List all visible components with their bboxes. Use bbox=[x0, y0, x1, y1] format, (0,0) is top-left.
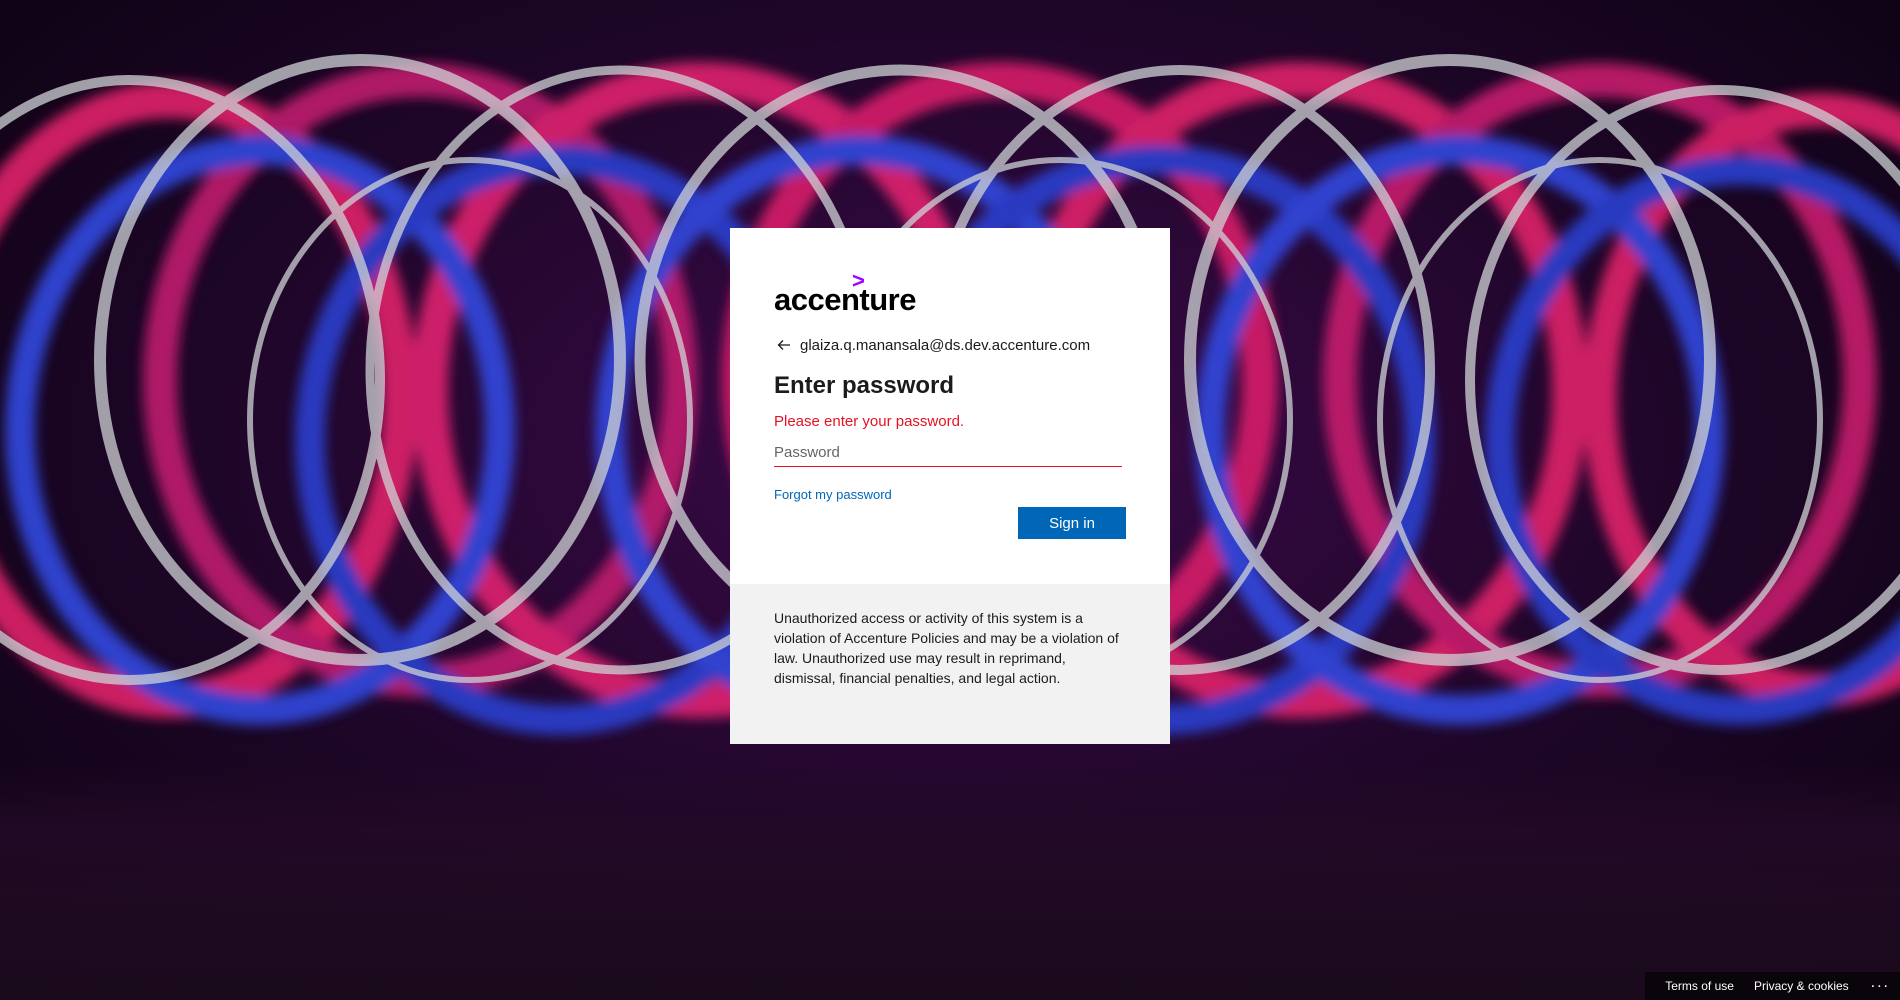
page-title: Enter password bbox=[774, 372, 955, 399]
sign-in-dialog: > accenture glaiza.q.manansala@ds.dev.ac… bbox=[730, 228, 1170, 744]
password-input[interactable] bbox=[774, 438, 1122, 467]
sign-in-button[interactable]: Sign in bbox=[1018, 507, 1126, 539]
error-message: Please enter your password. bbox=[774, 413, 965, 430]
user-email: glaiza.q.manansala@ds.dev.accenture.com bbox=[800, 336, 1091, 354]
sign-in-card: > accenture glaiza.q.manansala@ds.dev.ac… bbox=[730, 228, 1170, 584]
back-arrow-icon[interactable] bbox=[774, 335, 794, 355]
privacy-cookies-link[interactable]: Privacy & cookies bbox=[1754, 979, 1849, 993]
accenture-logo: > accenture bbox=[774, 268, 934, 317]
legal-notice: Unauthorized access or activity of this … bbox=[730, 584, 1170, 744]
logo-text: accenture bbox=[774, 282, 916, 317]
more-options-icon[interactable]: ... bbox=[1871, 975, 1890, 994]
ground-shadow bbox=[0, 760, 1900, 1000]
identity-banner: glaiza.q.manansala@ds.dev.accenture.com bbox=[774, 334, 1126, 356]
footer: Terms of use Privacy & cookies ... bbox=[1645, 972, 1900, 1000]
terms-of-use-link[interactable]: Terms of use bbox=[1665, 979, 1734, 993]
forgot-password-link[interactable]: Forgot my password bbox=[774, 487, 892, 502]
